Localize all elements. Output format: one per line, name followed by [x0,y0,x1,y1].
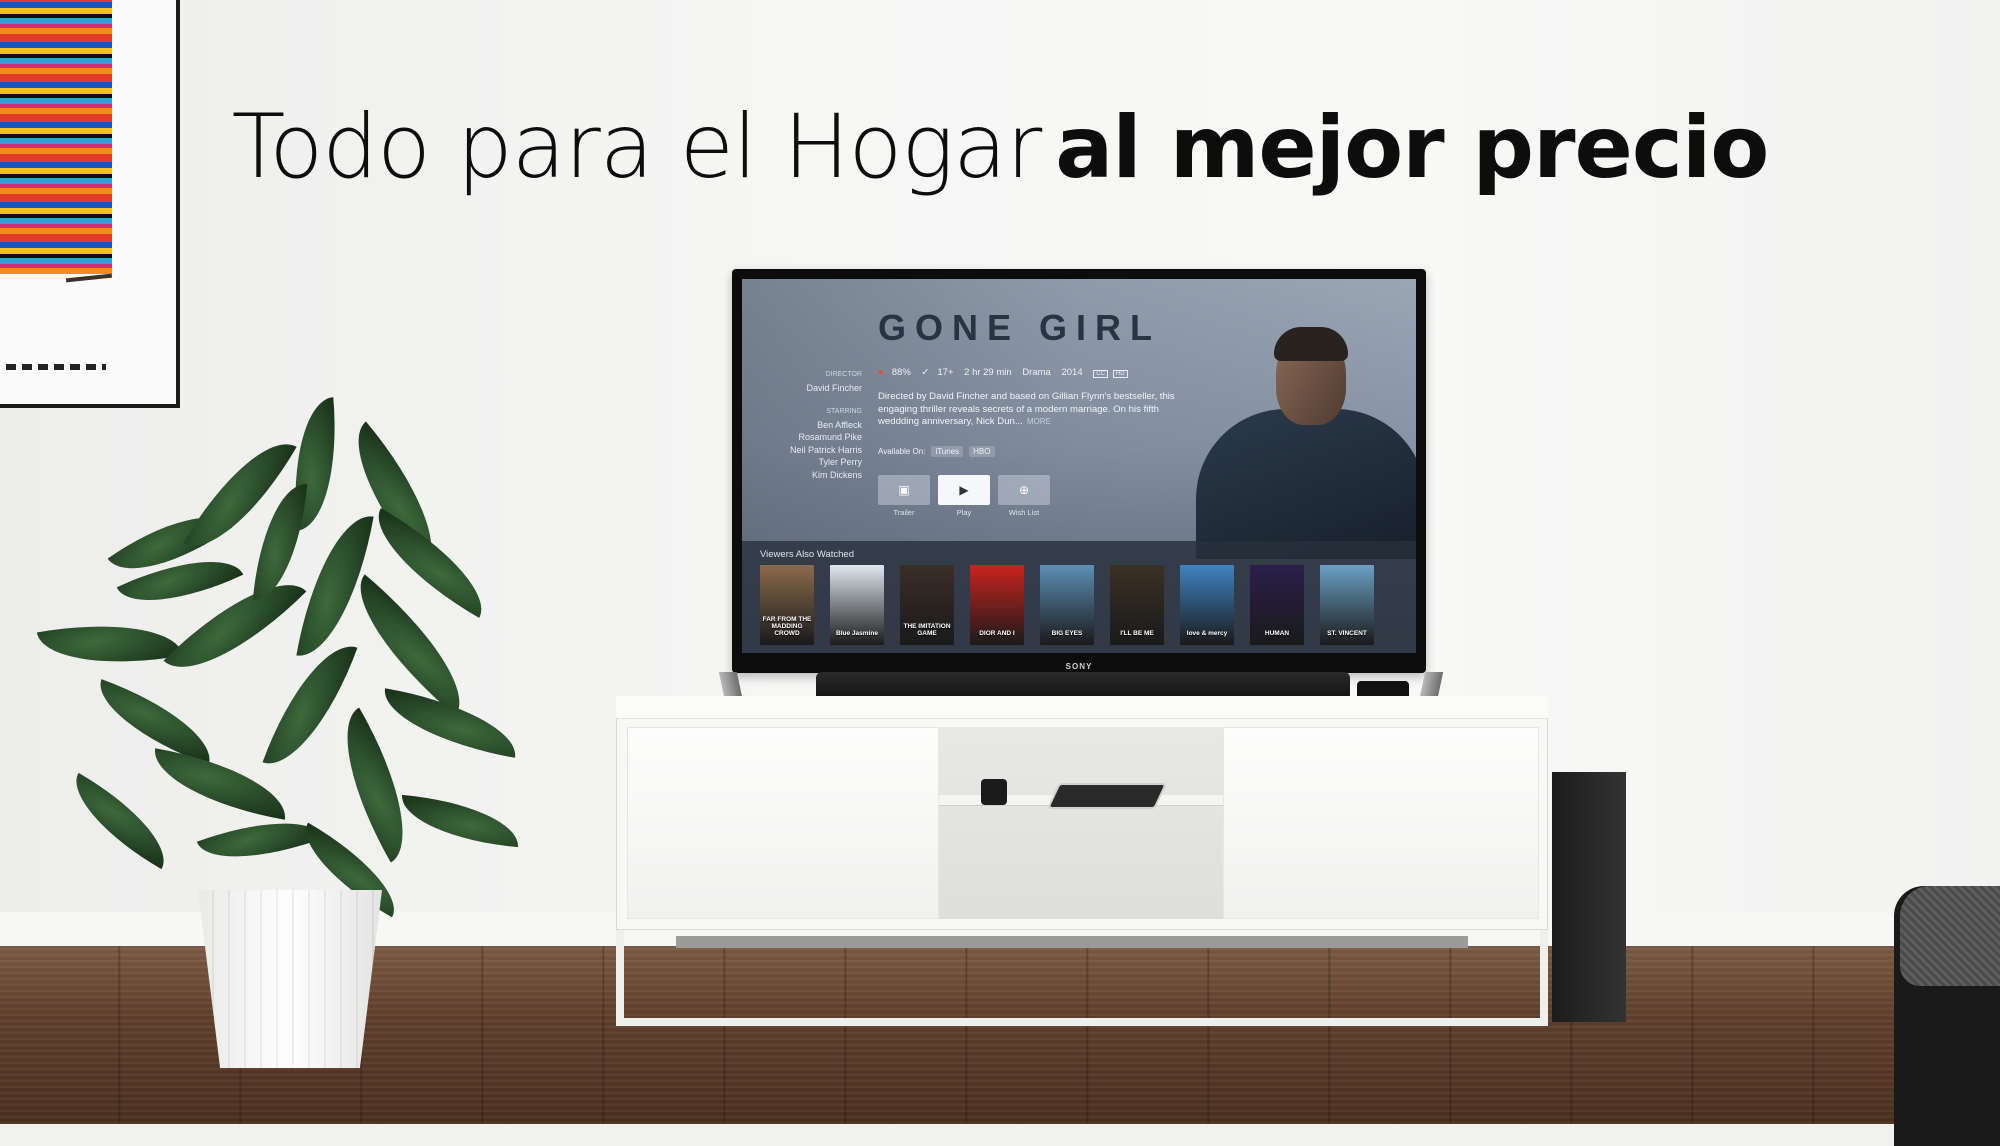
poster-title: BIG EYES [1051,630,1083,637]
movie-poster[interactable]: THE IMITATION GAME [900,565,954,645]
movie-poster[interactable]: DIOR AND I [970,565,1024,645]
cabinet-door-right [1223,727,1539,919]
wish-list-label: Wish List [1008,508,1040,517]
viewers-also-watched: Viewers Also Watched FAR FROM THE MADDIN… [742,541,1416,653]
television: GONE GIRL DIRECTOR David Fincher STARRIN… [732,269,1426,673]
poster-title: HUMAN [1264,630,1290,637]
tablet [1046,783,1168,809]
poster-title: FAR FROM THE MADDING CROWD [762,616,812,637]
rating-score: 88% [891,367,911,378]
director-label: DIRECTOR [825,371,862,378]
audience-score: 17+ [937,367,954,378]
runtime: 2 hr 29 min [964,367,1012,378]
headline-bold: al mejor precio [1055,98,1769,198]
subwoofer [1552,772,1626,1022]
starring-label: STARRING [826,408,862,415]
poster-title: DIOR AND I [979,630,1015,637]
movie-poster[interactable]: ST. VINCENT [1320,565,1374,645]
hero-person [1156,319,1416,559]
also-watched-title: Viewers Also Watched [760,549,854,560]
trailer-label: Trailer [893,508,915,517]
movie-poster[interactable]: love & mercy [1180,565,1234,645]
cabinet-niche [939,727,1223,919]
play-icon: ▶ [959,483,969,497]
sofa [1894,886,2000,1146]
provider-itunes[interactable]: iTunes [931,446,964,457]
movie-ratings: ● 88% ✓ 17+ 2 hr 29 min Drama 2014 CC HD [878,367,1133,378]
available-on: Available On: iTunes HBO [878,446,995,457]
sofa-cushion [1900,886,2000,986]
poster-title: ST. VINCENT [1327,630,1367,637]
cc-badge: CC [1093,370,1108,378]
person-hair [1274,327,1348,361]
headline-light: Todo para el Hogar [231,95,1043,198]
play-button[interactable]: ▶ Play [938,475,990,517]
director-name[interactable]: David Fincher [742,382,862,395]
wall-art [0,0,180,408]
plus-icon: ⊕ [1018,483,1030,497]
credits: DIRECTOR David Fincher STARRING Ben Affl… [742,369,862,481]
movie-poster[interactable]: BIG EYES [1040,565,1094,645]
cabinet-door-left [627,727,939,919]
cast-member[interactable]: Tyler Perry [742,456,862,469]
pot-ribs [198,890,382,1068]
play-label: Play [956,508,972,517]
movie-poster[interactable]: I'LL BE ME [1110,565,1164,645]
cast-member[interactable]: Neil Patrick Harris [742,444,862,457]
cast-member[interactable]: Rosamund Pike [742,431,862,444]
movie-title: GONE GIRL [878,307,1162,348]
poster-title: Blue Jasmine [836,630,878,637]
cast-member[interactable]: Kim Dickens [742,469,862,482]
poster-title: love & mercy [1186,630,1228,637]
movie-poster[interactable]: FAR FROM THE MADDING CROWD [760,565,814,645]
hd-badge: HD [1112,370,1128,378]
poster-title: THE IMITATION GAME [903,623,951,637]
headline: Todo para el Hogar al mejor precio [0,95,2000,198]
available-label: Available On: [878,447,926,456]
wish-list-button[interactable]: ⊕ Wish List [998,475,1050,517]
tv-cabinet [616,696,1548,930]
year: 2014 [1061,367,1083,378]
art-signature [65,273,113,283]
movie-poster[interactable]: HUMAN [1250,565,1304,645]
action-buttons: ▣ Trailer ▶ Play ⊕ Wish List [878,475,1050,517]
tv-screen: GONE GIRL DIRECTOR David Fincher STARRIN… [742,279,1416,653]
cast-member[interactable]: Ben Affleck [742,419,862,432]
more-link[interactable]: MORE [1027,417,1051,426]
cabinet-rail [676,936,1468,948]
tv-brand-logo: SONY [1065,662,1093,671]
provider-hbo[interactable]: HBO [969,446,995,457]
check-icon: ✓ [921,367,930,378]
cabinet-top [616,696,1548,719]
poster-row: FAR FROM THE MADDING CROWD Blue Jasmine TH… [760,565,1374,645]
tv-icon: ▣ [898,483,910,497]
person-body [1196,409,1416,559]
poster-title: I'LL BE ME [1120,630,1154,637]
trailer-button[interactable]: ▣ Trailer [878,475,930,517]
art-marks [6,364,106,370]
movie-poster[interactable]: Blue Jasmine [830,565,884,645]
remote-control [981,779,1007,805]
tomato-icon: ● [878,367,884,378]
movie-description: Directed by David Fincher and based on G… [878,391,1178,429]
genre: Drama [1022,367,1051,378]
